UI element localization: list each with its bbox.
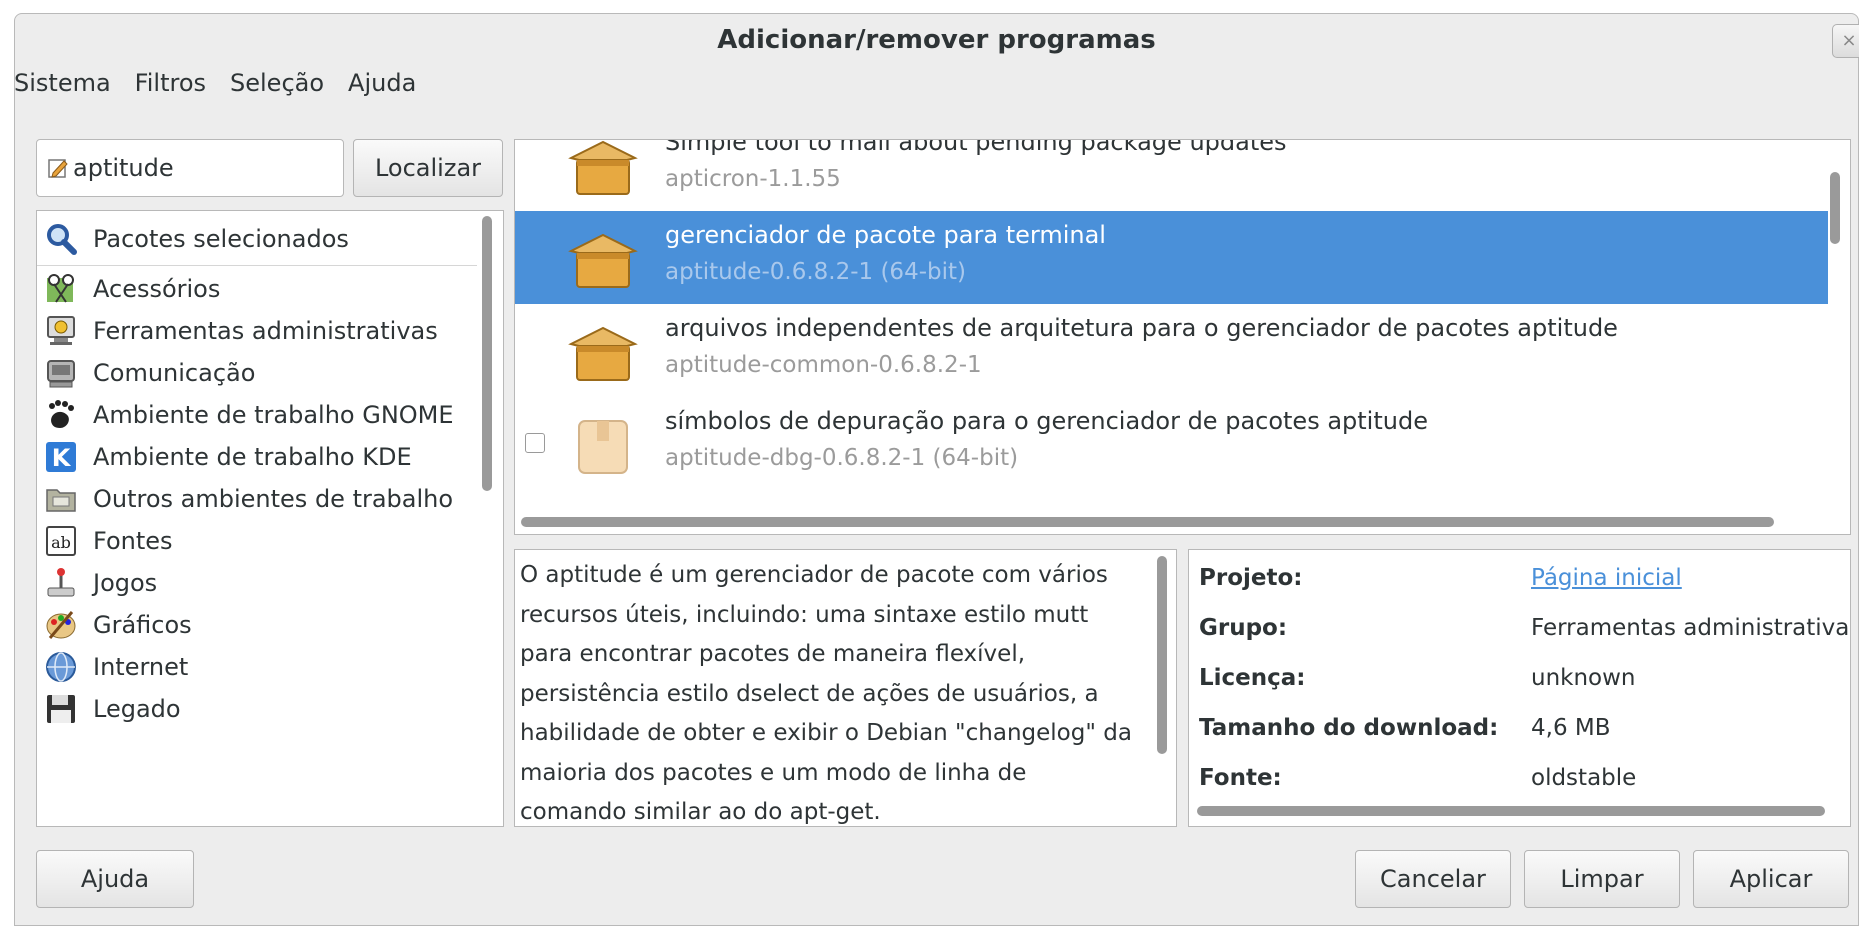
package-list: Simple tool to mail about pending packag… (514, 139, 1851, 535)
detail-row-group: Grupo: Ferramentas administrativas (1199, 608, 1851, 648)
description-scrollbar[interactable] (1157, 556, 1167, 754)
package-list-hscrollbar[interactable] (521, 517, 1774, 527)
category-item-selected-packages[interactable]: Pacotes selecionados (37, 214, 483, 264)
package-title: arquivos independentes de arquitetura pa… (665, 314, 1618, 342)
menu-bar: Sistema Filtros Seleção Ajuda (14, 63, 416, 103)
menu-ajuda[interactable]: Ajuda (348, 63, 416, 103)
category-label: Ambiente de trabalho GNOME (93, 401, 454, 429)
category-label: Comunicação (93, 359, 256, 387)
detail-label: Projeto: (1199, 565, 1303, 591)
magnifier-icon (43, 221, 79, 257)
details-hscrollbar[interactable] (1197, 806, 1825, 816)
help-button[interactable]: Ajuda (36, 850, 194, 908)
detail-value: unknown (1531, 665, 1636, 691)
find-button[interactable]: Localizar (353, 139, 503, 197)
detail-row-license: Licença: unknown (1199, 658, 1850, 698)
menu-sistema[interactable]: Sistema (14, 63, 111, 103)
available-package-icon (578, 420, 628, 474)
category-label: Pacotes selecionados (93, 225, 349, 253)
detail-row-source: Fonte: oldstable (1199, 758, 1850, 798)
installed-package-icon (568, 233, 638, 288)
category-scrollbar[interactable] (482, 216, 492, 491)
description-panel: O aptitude é um gerenciador de pacote co… (514, 549, 1177, 827)
folder-icon (43, 481, 79, 517)
joystick-icon (43, 565, 79, 601)
apply-button[interactable]: Aplicar (1693, 850, 1849, 908)
svg-text:ab: ab (51, 533, 71, 552)
category-label: Internet (93, 653, 189, 681)
close-button[interactable]: × (1832, 24, 1859, 58)
category-label: Ambiente de trabalho KDE (93, 443, 412, 471)
clear-button[interactable]: Limpar (1524, 850, 1680, 908)
package-row[interactable]: arquivos independentes de arquitetura pa… (515, 304, 1828, 397)
installed-package-icon (568, 140, 638, 195)
category-label: Acessórios (93, 275, 221, 303)
detail-value: 4,6 MB (1531, 715, 1611, 741)
package-row[interactable]: símbolos de depuração para o gerenciador… (515, 397, 1828, 490)
installed-package-icon (568, 326, 638, 381)
communication-icon (43, 355, 79, 391)
details-panel: Projeto: Página inicial Grupo: Ferrament… (1188, 549, 1851, 827)
admin-tools-icon (43, 313, 79, 349)
category-label: Legado (93, 695, 181, 723)
package-row[interactable]: Simple tool to mail about pending packag… (515, 139, 1828, 211)
detail-row-download-size: Tamanho do download: 4,6 MB (1199, 708, 1850, 748)
category-item-legacy[interactable]: Legado (37, 684, 483, 734)
floppy-icon (43, 691, 79, 727)
category-label: Fontes (93, 527, 173, 555)
package-version: aptitude-common-0.6.8.2-1 (665, 352, 982, 378)
detail-label: Grupo: (1199, 615, 1288, 641)
search-input[interactable]: aptitude (36, 139, 344, 197)
menu-selecao[interactable]: Seleção (230, 63, 324, 103)
detail-row-project: Projeto: Página inicial (1199, 558, 1850, 598)
accessories-icon (43, 271, 79, 307)
detail-label: Licença: (1199, 665, 1306, 691)
search-value: aptitude (73, 154, 174, 182)
package-title: Simple tool to mail about pending packag… (665, 139, 1287, 156)
detail-value: oldstable (1531, 765, 1637, 791)
fonts-icon: ab (43, 523, 79, 559)
palette-icon (43, 607, 79, 643)
menu-filtros[interactable]: Filtros (135, 63, 206, 103)
package-version: aptitude-dbg-0.6.8.2-1 (64-bit) (665, 445, 1019, 471)
globe-icon (43, 649, 79, 685)
detail-value: Ferramentas administrativas (1531, 615, 1851, 641)
kde-icon: K (43, 439, 79, 475)
close-icon: × (1841, 30, 1857, 51)
package-title: símbolos de depuração para o gerenciador… (665, 407, 1428, 435)
window-title: Adicionar/remover programas (717, 25, 1156, 55)
svg-text:K: K (52, 444, 72, 472)
category-label: Gráficos (93, 611, 192, 639)
cancel-button[interactable]: Cancelar (1355, 850, 1511, 908)
package-version: apticron-1.1.55 (665, 166, 841, 192)
category-label: Outros ambientes de trabalho (93, 485, 454, 513)
homepage-link[interactable]: Página inicial (1531, 558, 1682, 598)
gnome-foot-icon (43, 397, 79, 433)
package-title: gerenciador de pacote para terminal (665, 221, 1106, 249)
package-version: aptitude-0.6.8.2-1 (64-bit) (665, 259, 966, 285)
package-list-vscrollbar[interactable] (1830, 172, 1840, 244)
package-row-selected[interactable]: gerenciador de pacote para terminal apti… (515, 211, 1828, 304)
category-list: Pacotes selecionados Acessórios Ferramen… (36, 210, 504, 827)
edit-icon (48, 159, 68, 178)
detail-label: Fonte: (1199, 765, 1282, 791)
detail-label: Tamanho do download: (1199, 715, 1499, 741)
category-label: Ferramentas administrativas (93, 317, 438, 345)
package-description: O aptitude é um gerenciador de pacote co… (520, 562, 1132, 825)
install-checkbox[interactable] (525, 433, 545, 453)
category-label: Jogos (93, 569, 158, 597)
